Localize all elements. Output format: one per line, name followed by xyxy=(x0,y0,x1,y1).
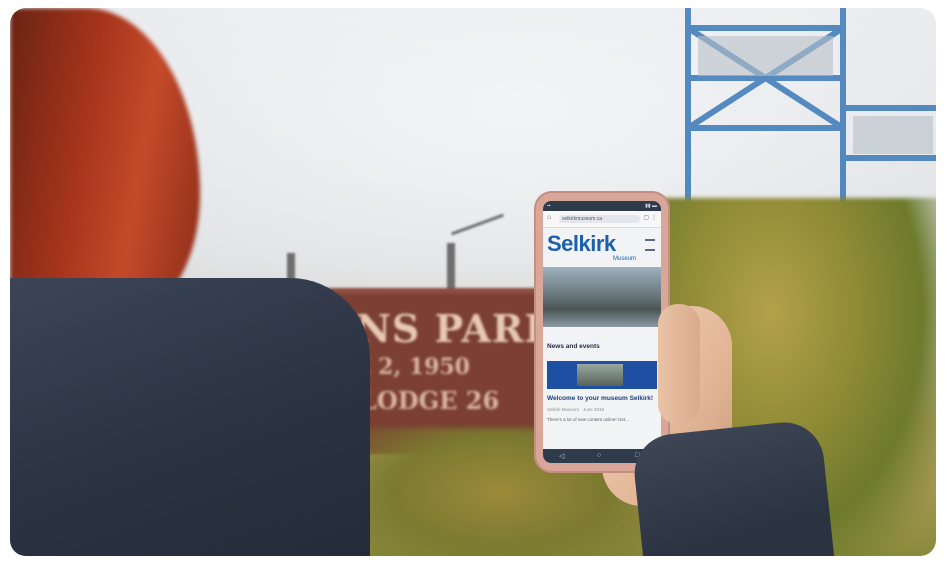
post-title-link[interactable]: Welcome to your museum Selkirk! xyxy=(547,395,653,402)
browser-url-bar[interactable]: ⌂ selkirkmuseum.ca ▢ ⋮ xyxy=(543,211,661,228)
back-icon[interactable]: ◁ xyxy=(559,452,564,460)
home-icon[interactable]: ⌂ xyxy=(547,214,551,221)
menu-dots-icon[interactable]: ⋮ xyxy=(651,214,657,221)
thumb xyxy=(658,304,700,424)
site-logo-sub: Museum xyxy=(613,256,637,262)
phone-screen: ▪▪ ▮▮ ▬ ⌂ selkirkmuseum.ca ▢ ⋮ Selkirk Mu… xyxy=(543,201,661,463)
person-coat xyxy=(10,278,370,556)
lamp-pole xyxy=(447,243,455,291)
hero-photo xyxy=(543,267,661,327)
jacket-sleeve xyxy=(630,418,836,556)
post-meta: Selkirk Museum · June 2019 xyxy=(547,407,605,412)
url-field[interactable]: selkirkmuseum.ca xyxy=(559,215,640,223)
photo-frame: QUEENS PARK JUNE 2, 1950 ORD LODGE 26 ..… xyxy=(10,8,936,556)
hamburger-icon[interactable] xyxy=(645,239,655,251)
tabs-icon[interactable]: ▢ xyxy=(643,214,649,221)
news-banner-image xyxy=(577,364,623,386)
section-title: News and events xyxy=(547,343,600,350)
status-bar: ▪▪ ▮▮ ▬ xyxy=(543,201,661,211)
post-excerpt: There's a lot of new content online! Get… xyxy=(547,417,629,422)
news-banner[interactable] xyxy=(547,361,657,389)
home-button-icon[interactable]: ○ xyxy=(597,452,601,459)
smartphone: ▪▪ ▮▮ ▬ ⌂ selkirkmuseum.ca ▢ ⋮ Selkirk Mu… xyxy=(534,191,670,473)
site-logo[interactable]: Selkirk xyxy=(547,231,616,257)
